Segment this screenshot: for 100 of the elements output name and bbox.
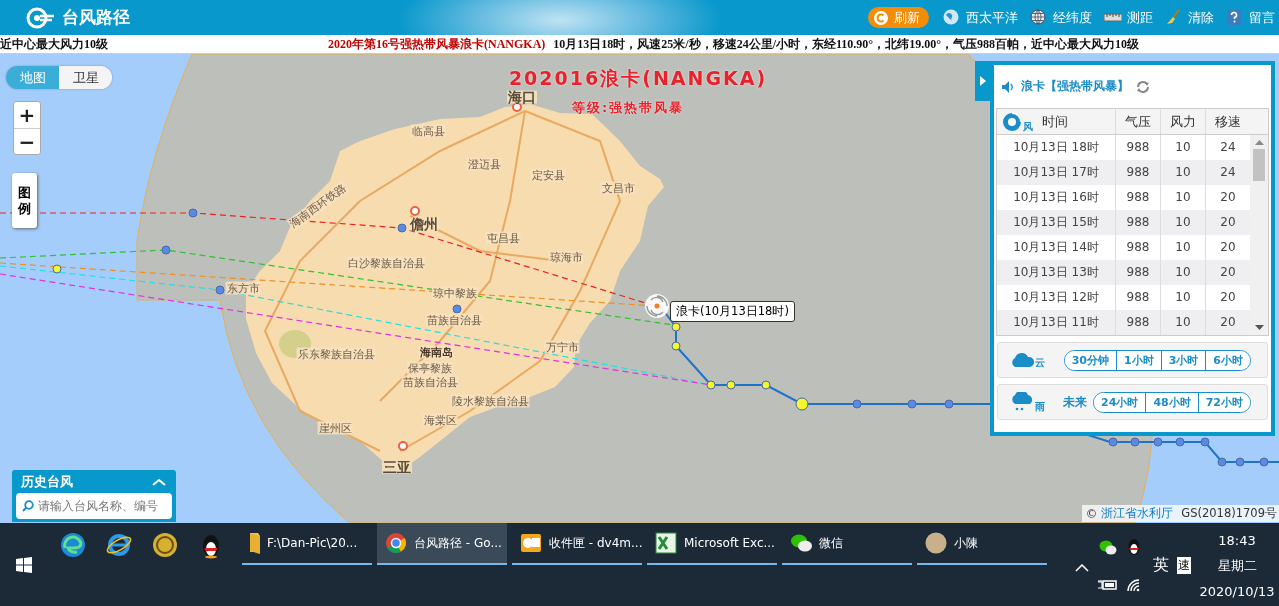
layer-tab[interactable]: 卫星 (59, 66, 112, 89)
scroll-down-icon[interactable] (1254, 325, 1264, 330)
typhoon-icon[interactable] (645, 294, 669, 318)
windows-logo-icon (16, 557, 32, 573)
scroll-up-icon[interactable] (1254, 140, 1264, 145)
track-point[interactable] (1235, 457, 1245, 467)
track-point[interactable] (706, 380, 716, 390)
place-label: 海南岛 (418, 345, 454, 359)
panel-title: 历史台风 (21, 472, 73, 491)
table-cell-text: 10月13日 16时 (1012, 189, 1100, 206)
taskbar-app-button[interactable]: Microsoft Exc... (647, 523, 777, 565)
caret-up-icon[interactable] (152, 477, 166, 486)
place-label: 屯昌县 (485, 231, 521, 245)
track-point[interactable] (52, 264, 62, 274)
city-marker (410, 206, 420, 216)
table-cell: 988 (1115, 310, 1160, 335)
track-point[interactable] (215, 285, 225, 295)
place-label: 保亭黎族 (407, 361, 453, 375)
track-point[interactable] (397, 223, 407, 233)
collapse-tab[interactable] (975, 61, 990, 101)
copyright-symbol: © (1085, 506, 1098, 521)
place-label: 澄迈县 (466, 157, 502, 171)
place-label: 乐东黎族自治县 (296, 347, 376, 361)
penguin-tray-icon[interactable] (1126, 538, 1142, 556)
track-point[interactable] (795, 397, 809, 411)
avatar-icon (925, 532, 947, 554)
refresh-button[interactable]: 刷新 (868, 7, 929, 28)
wifi-icon[interactable] (1126, 578, 1142, 592)
table-cell-text: 10月13日 11时 (1012, 314, 1100, 331)
zoom-in-button[interactable]: + (14, 102, 40, 128)
track-point[interactable] (1200, 437, 1210, 447)
attribution-link[interactable]: 浙江省水利厅 (1101, 506, 1174, 521)
track-point[interactable] (761, 380, 771, 390)
chat-tray-icon[interactable] (1099, 539, 1117, 555)
taskbar-app-button[interactable]: 台风路径 - Go... (377, 523, 507, 565)
track-point[interactable] (852, 399, 862, 409)
ticker-text: 2020年第16号强热带风暴浪卡(NANGKA) (328, 35, 546, 53)
input-mode-button[interactable]: 速 (1177, 556, 1191, 574)
taskbar-app-button[interactable]: 收件匣 - dv4m... (512, 523, 642, 565)
icon-caption: 风 (1023, 121, 1033, 132)
chevron-up-icon[interactable] (1075, 564, 1089, 572)
toolbar-button[interactable]: 西太平洋 (943, 8, 1018, 27)
time-range-button[interactable]: 6小时 (1205, 350, 1250, 370)
input-language-button[interactable]: 英 (1153, 554, 1169, 576)
track-point[interactable] (161, 245, 171, 255)
time-range-button[interactable]: 72小时 (1197, 392, 1250, 412)
ie-browser-icon (106, 531, 132, 559)
track-point[interactable] (907, 399, 917, 409)
track-point[interactable] (726, 380, 736, 390)
forecast-label: 未来 (1063, 393, 1088, 411)
track-point[interactable] (1108, 437, 1118, 447)
folder-icon (250, 532, 260, 554)
table-cell: 10 (1160, 310, 1205, 335)
place-label: 儋州 (409, 217, 439, 231)
table-cell-text: 10月13日 13时 (1012, 264, 1100, 281)
city-marker (398, 441, 408, 451)
place-label: 琼海市 (548, 250, 584, 264)
track-point[interactable] (1259, 457, 1269, 467)
track-point[interactable] (452, 304, 462, 314)
table-cell-text: 10月13日 12时 (1012, 289, 1100, 306)
place-label: 东方市 (225, 281, 261, 295)
place-label: 陵水黎族自治县 (450, 394, 530, 408)
clock-time: 18:43 (1218, 533, 1256, 548)
mail-icon (520, 532, 542, 554)
clock-button[interactable]: 18:43 星期二 2020/10/13 (1199, 531, 1275, 599)
place-label: 苗族自治县 (425, 313, 483, 327)
track-point[interactable] (1130, 437, 1140, 447)
taskbar-app-button[interactable]: 小陳 (917, 523, 1047, 565)
battery-plug-icon[interactable] (1098, 578, 1118, 592)
typhoon-tooltip: 浪卡(10月13日18时) (670, 301, 795, 322)
table-cell-text: 10月13日 17时 (1012, 164, 1100, 181)
track-point[interactable] (1153, 437, 1163, 447)
track-point[interactable] (671, 322, 681, 332)
taskbar-app-button[interactable]: F:\Dan-Pic\20... (242, 523, 372, 565)
track-point[interactable] (1217, 457, 1227, 467)
taskbar-app-button[interactable]: 微信 (782, 523, 912, 565)
globe-icon (943, 9, 961, 26)
place-label: 海口 (507, 90, 537, 104)
track-point[interactable] (944, 399, 954, 409)
toolbar-button[interactable]: 留言 (1226, 8, 1275, 27)
zoom-out-button[interactable]: − (14, 128, 40, 154)
toolbar-button[interactable]: 经纬度 (1030, 8, 1092, 27)
toolbar-button[interactable]: 清除 (1165, 8, 1214, 27)
track-point[interactable] (1175, 437, 1185, 447)
typhoon-title: 202016浪卡(NANGKA) (508, 67, 768, 89)
column-header: 风力 (1160, 109, 1205, 134)
scrollbar-thumb[interactable] (1253, 149, 1265, 181)
legend-button[interactable]: 图例 (12, 173, 37, 228)
refresh-icon[interactable] (1135, 79, 1151, 94)
rain-cloud-icon (1010, 392, 1034, 412)
typhoon-name: 浪卡【强热带风暴】 (1021, 78, 1129, 95)
map-license-code: GS(2018)1709号 (1181, 506, 1277, 521)
track-point[interactable] (188, 208, 198, 218)
track-point[interactable] (671, 341, 681, 351)
toolbar-button[interactable]: 测距 (1104, 8, 1153, 27)
place-label: 海棠区 (422, 413, 458, 427)
layer-tab[interactable]: 地图 (6, 66, 59, 89)
search-field[interactable]: 请输入台风名称、编号 (16, 493, 172, 519)
column-header: 气压 (1115, 109, 1160, 134)
clock-date: 2020/10/13 (1199, 584, 1275, 599)
